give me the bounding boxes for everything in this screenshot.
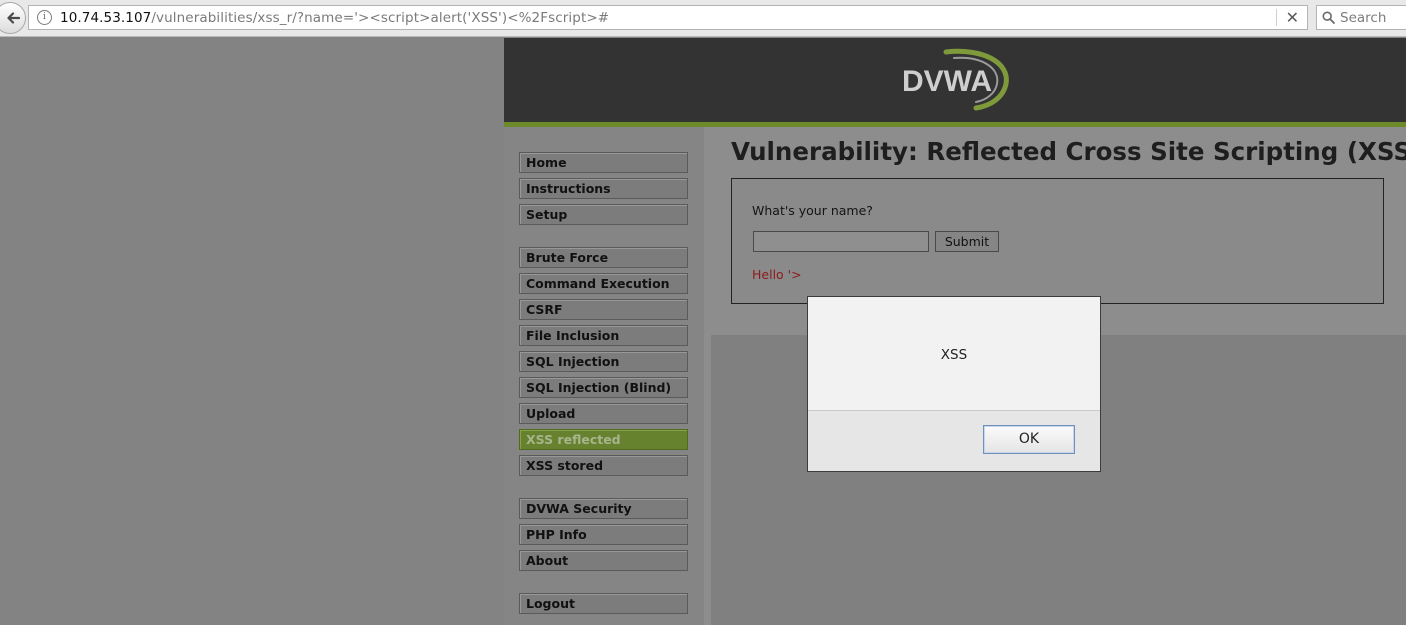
sidebar-item-file-inclusion[interactable]: File Inclusion: [519, 325, 688, 346]
close-icon[interactable]: ✕: [1286, 8, 1299, 27]
search-input[interactable]: Search: [1316, 5, 1406, 30]
sidebar-item-xss-reflected[interactable]: XSS reflected: [519, 429, 688, 450]
svg-text:DVWA: DVWA: [902, 65, 992, 98]
search-placeholder: Search: [1340, 9, 1387, 26]
browser-toolbar: i 10.74.53.107/vulnerabilities/xss_r/?na…: [0, 0, 1406, 37]
back-button[interactable]: [0, 2, 26, 34]
sidebar-item-home[interactable]: Home: [519, 152, 688, 173]
name-input[interactable]: [753, 231, 929, 252]
back-arrow-icon: [7, 12, 20, 24]
sidebar-item-setup[interactable]: Setup: [519, 204, 688, 225]
sidebar-item-brute-force[interactable]: Brute Force: [519, 247, 688, 268]
alert-message: XSS: [940, 347, 968, 363]
search-icon: [1322, 11, 1335, 24]
url-bar[interactable]: i 10.74.53.107/vulnerabilities/xss_r/?na…: [28, 5, 1308, 30]
url-text[interactable]: 10.74.53.107/vulnerabilities/xss_r/?name…: [60, 10, 609, 26]
sidebar-item-sql-injection-blind[interactable]: SQL Injection (Blind): [519, 377, 688, 398]
page-viewport: DVWA Home Instructions Setup Brute Force…: [0, 37, 1406, 625]
vulnerable-code-area: What's your name? Submit Hello '>: [731, 178, 1384, 304]
page-title: Vulnerability: Reflected Cross Site Scri…: [731, 137, 1406, 166]
url-path: /vulnerabilities/xss_r/?name='><script>a…: [151, 9, 610, 26]
site-info-icon[interactable]: i: [37, 10, 52, 25]
alert-footer: OK: [808, 410, 1100, 471]
sidebar-item-xss-stored[interactable]: XSS stored: [519, 455, 688, 476]
sidebar-item-upload[interactable]: Upload: [519, 403, 688, 424]
sidebar-menu: Home Instructions Setup Brute Force Comm…: [504, 127, 704, 625]
hello-output: Hello '>: [752, 267, 802, 282]
sidebar-item-logout[interactable]: Logout: [519, 593, 688, 614]
sidebar-item-php-info[interactable]: PHP Info: [519, 524, 688, 545]
sidebar-item-dvwa-security[interactable]: DVWA Security: [519, 498, 688, 519]
dvwa-header: DVWA: [504, 38, 1406, 127]
alert-dialog: XSS OK: [807, 296, 1101, 472]
sidebar-item-csrf[interactable]: CSRF: [519, 299, 688, 320]
alert-body: XSS: [808, 297, 1100, 410]
sidebar-item-sql-injection[interactable]: SQL Injection: [519, 351, 688, 372]
sidebar-item-instructions[interactable]: Instructions: [519, 178, 688, 199]
sidebar-item-about[interactable]: About: [519, 550, 688, 571]
url-separator: [1276, 9, 1277, 26]
submit-button[interactable]: Submit: [935, 231, 999, 252]
ok-button[interactable]: OK: [983, 425, 1075, 454]
dvwa-logo: DVWA: [902, 48, 1009, 111]
sidebar-item-command-execution[interactable]: Command Execution: [519, 273, 688, 294]
name-question-label: What's your name?: [752, 203, 873, 218]
url-host: 10.74.53.107: [60, 9, 152, 26]
